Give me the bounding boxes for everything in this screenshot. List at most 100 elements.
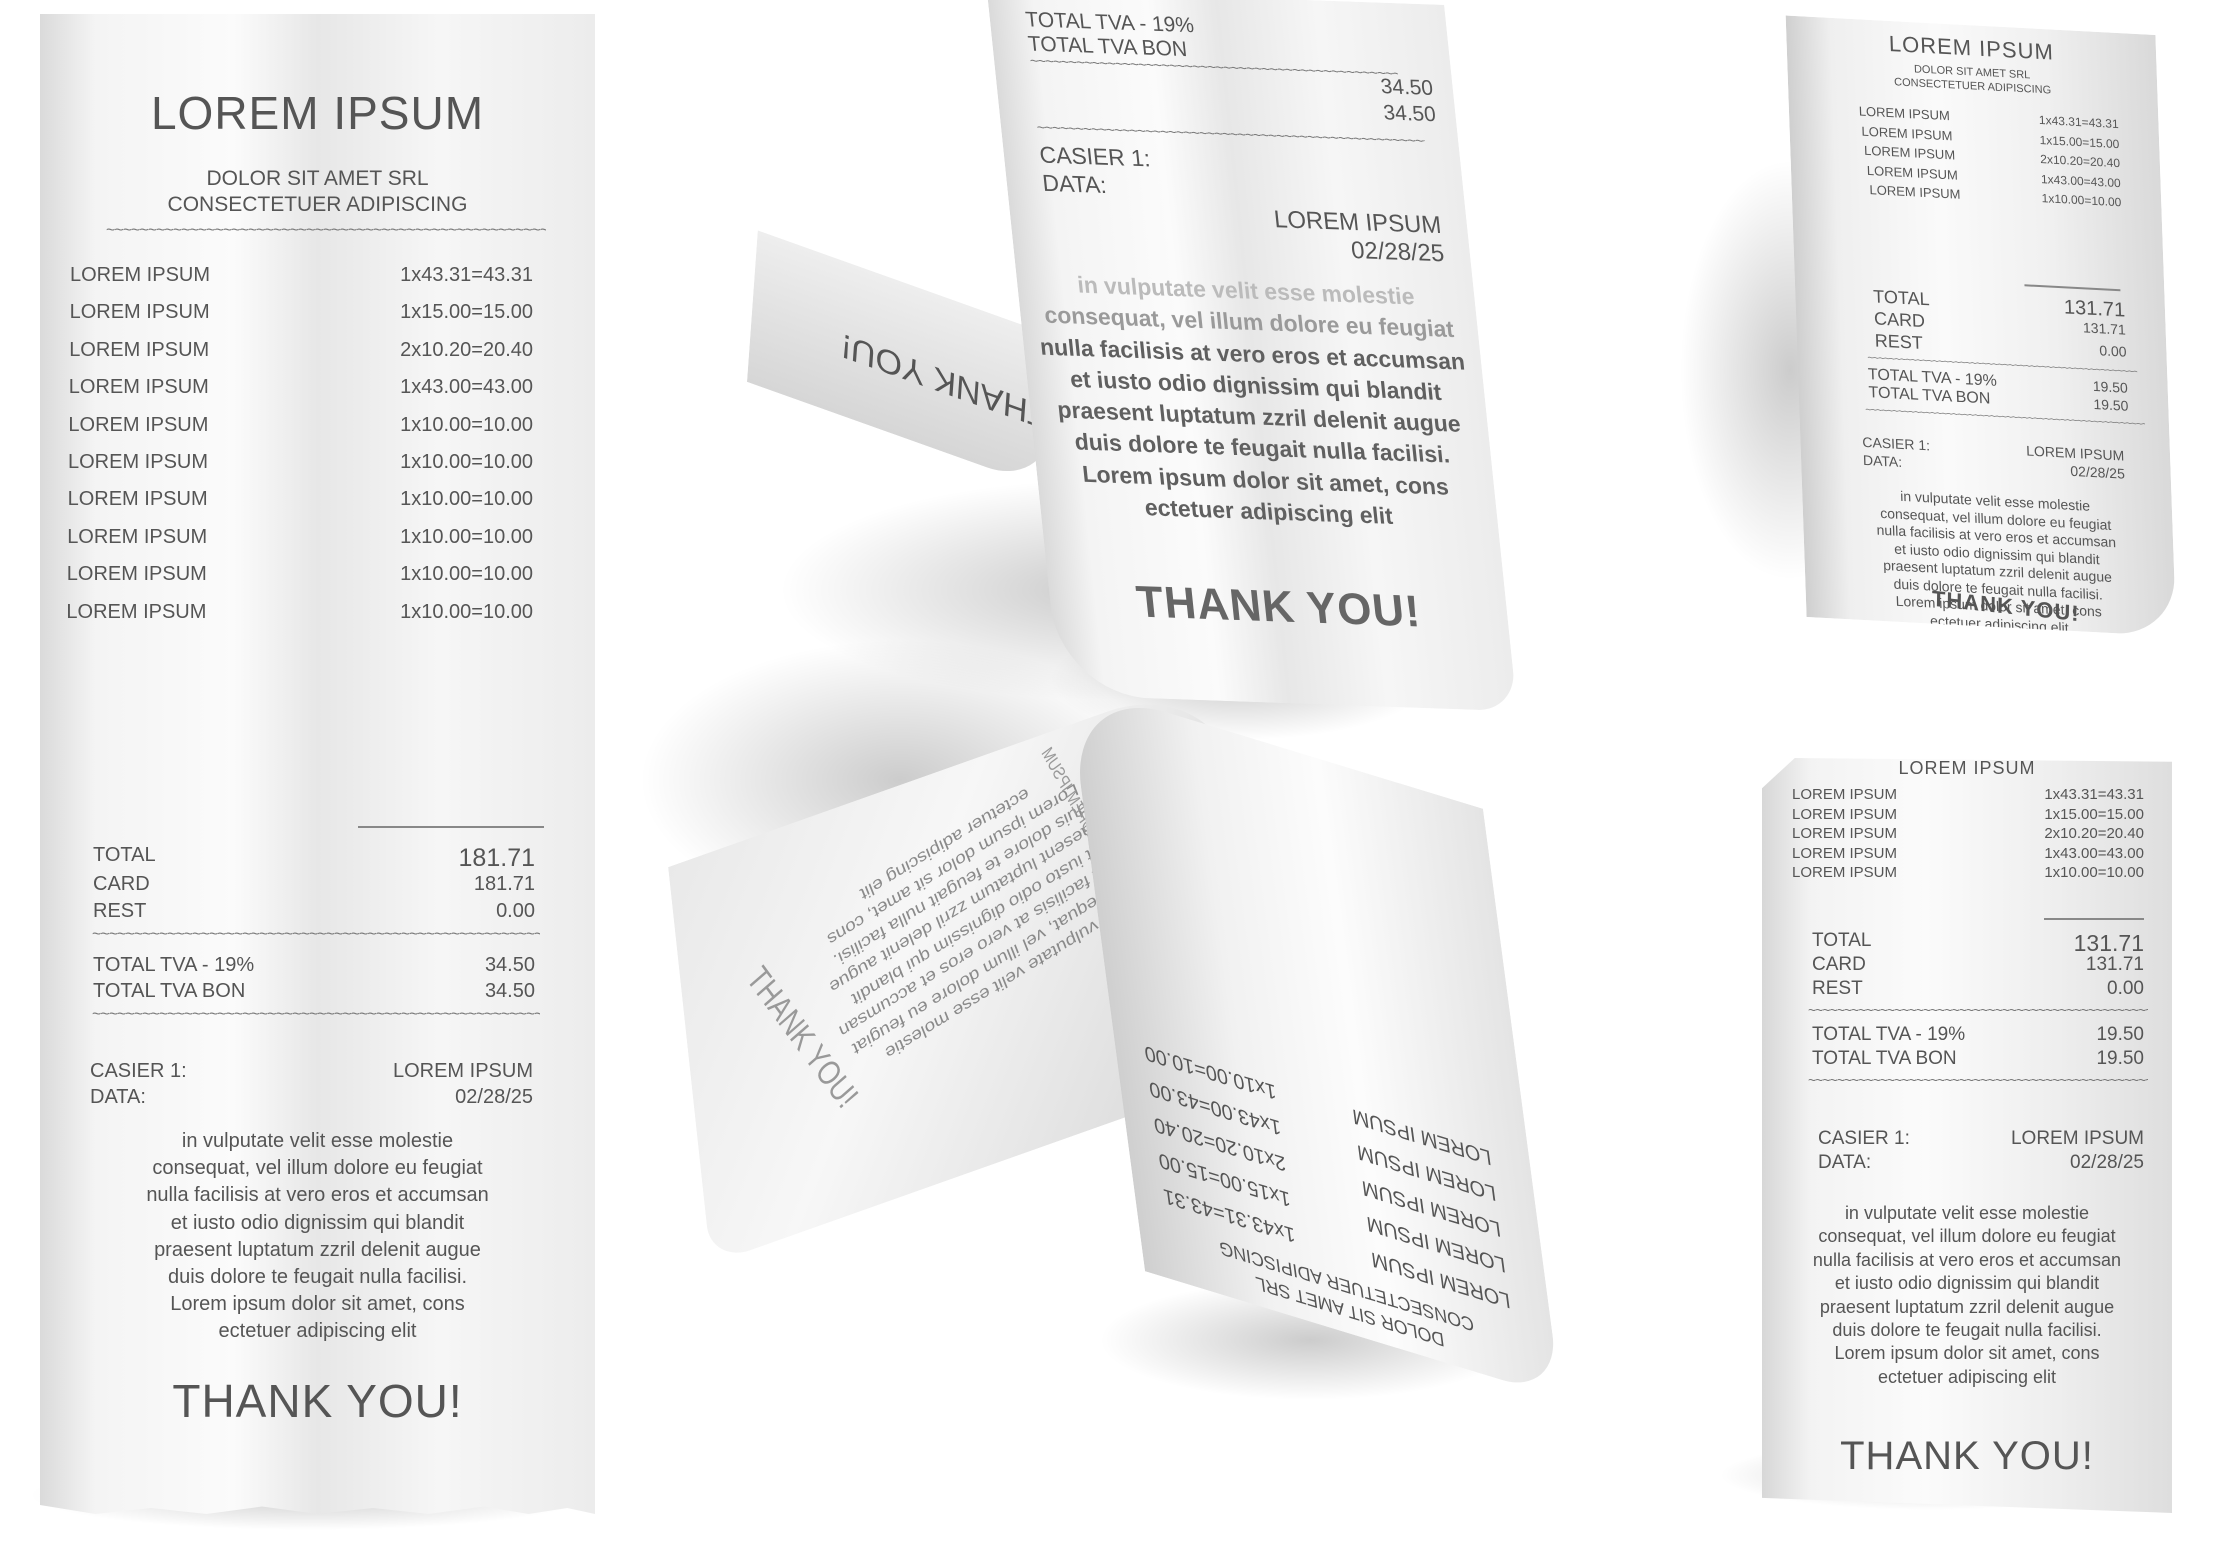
company-line-1: DOLOR SIT AMET SRL <box>206 167 429 190</box>
body-line: praesent luptatum zzril delenit augue <box>1819 1296 2115 1317</box>
separator: ~~~~~~~~~~~~~~~~~~~~~~~~~~~~~~~~~~~~~~~~… <box>92 1006 540 1023</box>
rest-value: 0.00 <box>2099 342 2127 360</box>
card-label: CARD <box>93 873 150 895</box>
body-line: nulla facilisis at vero eros et accumsan <box>1812 1249 2122 1270</box>
body-line: consequat, vel illum dolore eu feugiat <box>1818 1226 2116 1247</box>
tva-label: TOTAL TVA - 19% <box>1812 1024 1966 1045</box>
tva-label: TOTAL TVA - 19% <box>93 954 255 976</box>
body-text: in vulputate velit esse molestie consequ… <box>1025 268 1489 536</box>
item-calc: 1x10.00=10.00 <box>400 563 533 586</box>
item-calc: 1x43.00=43.00 <box>400 376 533 399</box>
tva-bon-value: 34.50 <box>484 980 535 1002</box>
tva-value: 19.50 <box>2096 1024 2144 1045</box>
body-line: in vulputate velit esse molestie <box>1844 1203 2090 1223</box>
rest-value: 0.00 <box>2107 978 2144 999</box>
separator: ~~~~~~~~~~~~~~~~~~~~~~~~~~~~~~~~~~~~~~~~… <box>106 222 546 239</box>
item-name: LOREM IPSUM <box>68 413 209 436</box>
tva-bon-label: TOTAL TVA BON <box>93 980 246 1002</box>
card-value: 131.71 <box>2082 319 2127 338</box>
date-value: 02/28/25 <box>455 1086 533 1108</box>
date-value: 02/28/25 <box>2070 462 2126 482</box>
body-line: in vulputate velit esse molestie <box>181 1130 454 1152</box>
rest-label: REST <box>1812 978 1863 999</box>
receipt-bottom-right: LOREM IPSUM LOREM IPSUM 1x43.31=43.31 LORE… <box>1762 758 2172 1513</box>
item-name: LOREM IPSUM <box>66 600 207 623</box>
separator: ~~~~~~~~~~~~~~~~~~~~~~~~~~~~~~~~~~~~~~~~… <box>1808 1002 2148 1018</box>
casier-value: LOREM IPSUM <box>392 1060 533 1082</box>
body-line: duis dolore te feugait nulla facilisi. <box>1832 1319 2102 1340</box>
rest-value: 0.00 <box>496 900 535 922</box>
separator: ~~~~~~~~~~~~~~~~~~~~~~~~~~~~~~~~~~~~~~~~… <box>92 926 540 943</box>
receipt-small-top-right: LOREM IPSUM DOLOR SIT AMET SRL CONSECTET… <box>1785 15 2177 637</box>
body-line: ectetuer adipiscing elit <box>218 1320 417 1343</box>
separator: ~~~~~~~~~~~~~~~~~~~~~~~~~~~~~~~~~~~~~~~~… <box>1808 1072 2148 1088</box>
tva-value: 34.50 <box>484 954 535 976</box>
body-line: consequat, vel illum dolore eu feugiat <box>152 1157 483 1180</box>
item-calc: 1x10.00=10.00 <box>400 451 533 473</box>
card-value: 131.71 <box>2085 954 2144 975</box>
date-value: 02/28/25 <box>1349 236 1446 268</box>
tva-bon-value: 19.50 <box>2093 395 2129 414</box>
tva-value: 19.50 <box>2092 377 2129 396</box>
tva-bon-value: 34.50 <box>1382 101 1437 127</box>
item-calc: 1x15.00=15.00 <box>400 301 533 324</box>
item-calc: 1x10.00=10.00 <box>400 488 533 511</box>
item-name: LOREM IPSUM <box>70 264 211 286</box>
rest-label: REST <box>1874 330 1924 353</box>
data-label: DATA: <box>1862 451 1903 470</box>
receipt-curl-top: TOTAL TVA - 19% TOTAL TVA BON 34.50 34.5… <box>986 0 1518 712</box>
tva-bon-value: 19.50 <box>2096 1048 2144 1069</box>
body-line: duis dolore te feugait nulla facilisi. <box>167 1265 468 1288</box>
item-calc: 2x10.20=20.40 <box>2044 825 2144 842</box>
item-calc: 1x43.00=43.00 <box>2044 844 2144 862</box>
store-name: LOREM IPSUM <box>1898 758 2036 778</box>
item-calc: 1x10.00=10.00 <box>400 600 533 623</box>
item-name: LOREM IPSUM <box>1792 825 1898 842</box>
total-label: TOTAL <box>1872 286 1930 310</box>
casier-value: LOREM IPSUM <box>2010 1128 2144 1149</box>
body-text: in vulputate velit esse molestie consequ… <box>1776 1202 2158 1389</box>
item-name: LOREM IPSUM <box>1792 805 1898 823</box>
data-label: DATA: <box>1041 169 1108 199</box>
casier-label: CASIER 1: <box>1818 1128 1910 1149</box>
item-calc: 1x43.31=43.31 <box>400 264 533 286</box>
total-label: TOTAL <box>93 844 156 866</box>
date-value: 02/28/25 <box>2070 1152 2144 1173</box>
total-label: TOTAL <box>1812 930 1872 951</box>
total-value: 131.71 <box>2063 296 2126 322</box>
body-line: et iusto odio dignissim qui blandit <box>170 1211 465 1234</box>
card-label: CARD <box>1873 308 1926 332</box>
body-text: in vulputate velit esse molestie consequ… <box>60 1128 575 1346</box>
item-calc: 1x15.00=15.00 <box>2044 805 2144 823</box>
casier-label: CASIER 1: <box>1038 141 1152 172</box>
total-value: 181.71 <box>458 844 535 872</box>
body-line: Lorem ipsum dolor sit amet, cons <box>170 1293 465 1316</box>
item-name: LOREM IPSUM <box>68 451 209 473</box>
data-label: DATA: <box>90 1086 146 1108</box>
item-calc: 2x10.20=20.40 <box>400 338 533 361</box>
item-calc: 1x43.31=43.31 <box>2044 786 2144 803</box>
item-name: LOREM IPSUM <box>68 376 209 399</box>
thank-you: THANK YOU! <box>1840 1434 2094 1478</box>
item-name: LOREM IPSUM <box>69 301 210 324</box>
body-line: ectetuer adipiscing elit <box>1877 1366 2057 1387</box>
casier-label: CASIER 1: <box>90 1060 187 1082</box>
item-calc: 1x10.00=10.00 <box>400 413 533 436</box>
total-rule <box>358 826 544 828</box>
rest-label: REST <box>93 900 147 922</box>
item-name: LOREM IPSUM <box>69 338 210 361</box>
tva-bon-label: TOTAL TVA BON <box>1812 1048 1957 1069</box>
body-line: praesent luptatum zzril delenit augue <box>154 1238 481 1261</box>
item-calc: 1x10.00=10.00 <box>400 525 533 548</box>
card-value: 181.71 <box>473 873 535 895</box>
casier-value: LOREM IPSUM <box>1272 205 1443 240</box>
receipt-curl-back-flap: THANK YOU! <box>746 230 1058 489</box>
item-name: LOREM IPSUM <box>1792 844 1898 862</box>
item-name: LOREM IPSUM <box>1792 786 1898 803</box>
company-line-2: CONSECTETUER ADIPISCING <box>167 193 468 216</box>
thank-you: THANK YOU! <box>172 1375 463 1427</box>
body-line: nulla facilisis at vero eros et accumsan <box>146 1184 489 1207</box>
item-name: LOREM IPSUM <box>1792 864 1898 881</box>
item-calc: 1x10.00=10.00 <box>2044 864 2144 881</box>
item-name: LOREM IPSUM <box>66 563 207 586</box>
